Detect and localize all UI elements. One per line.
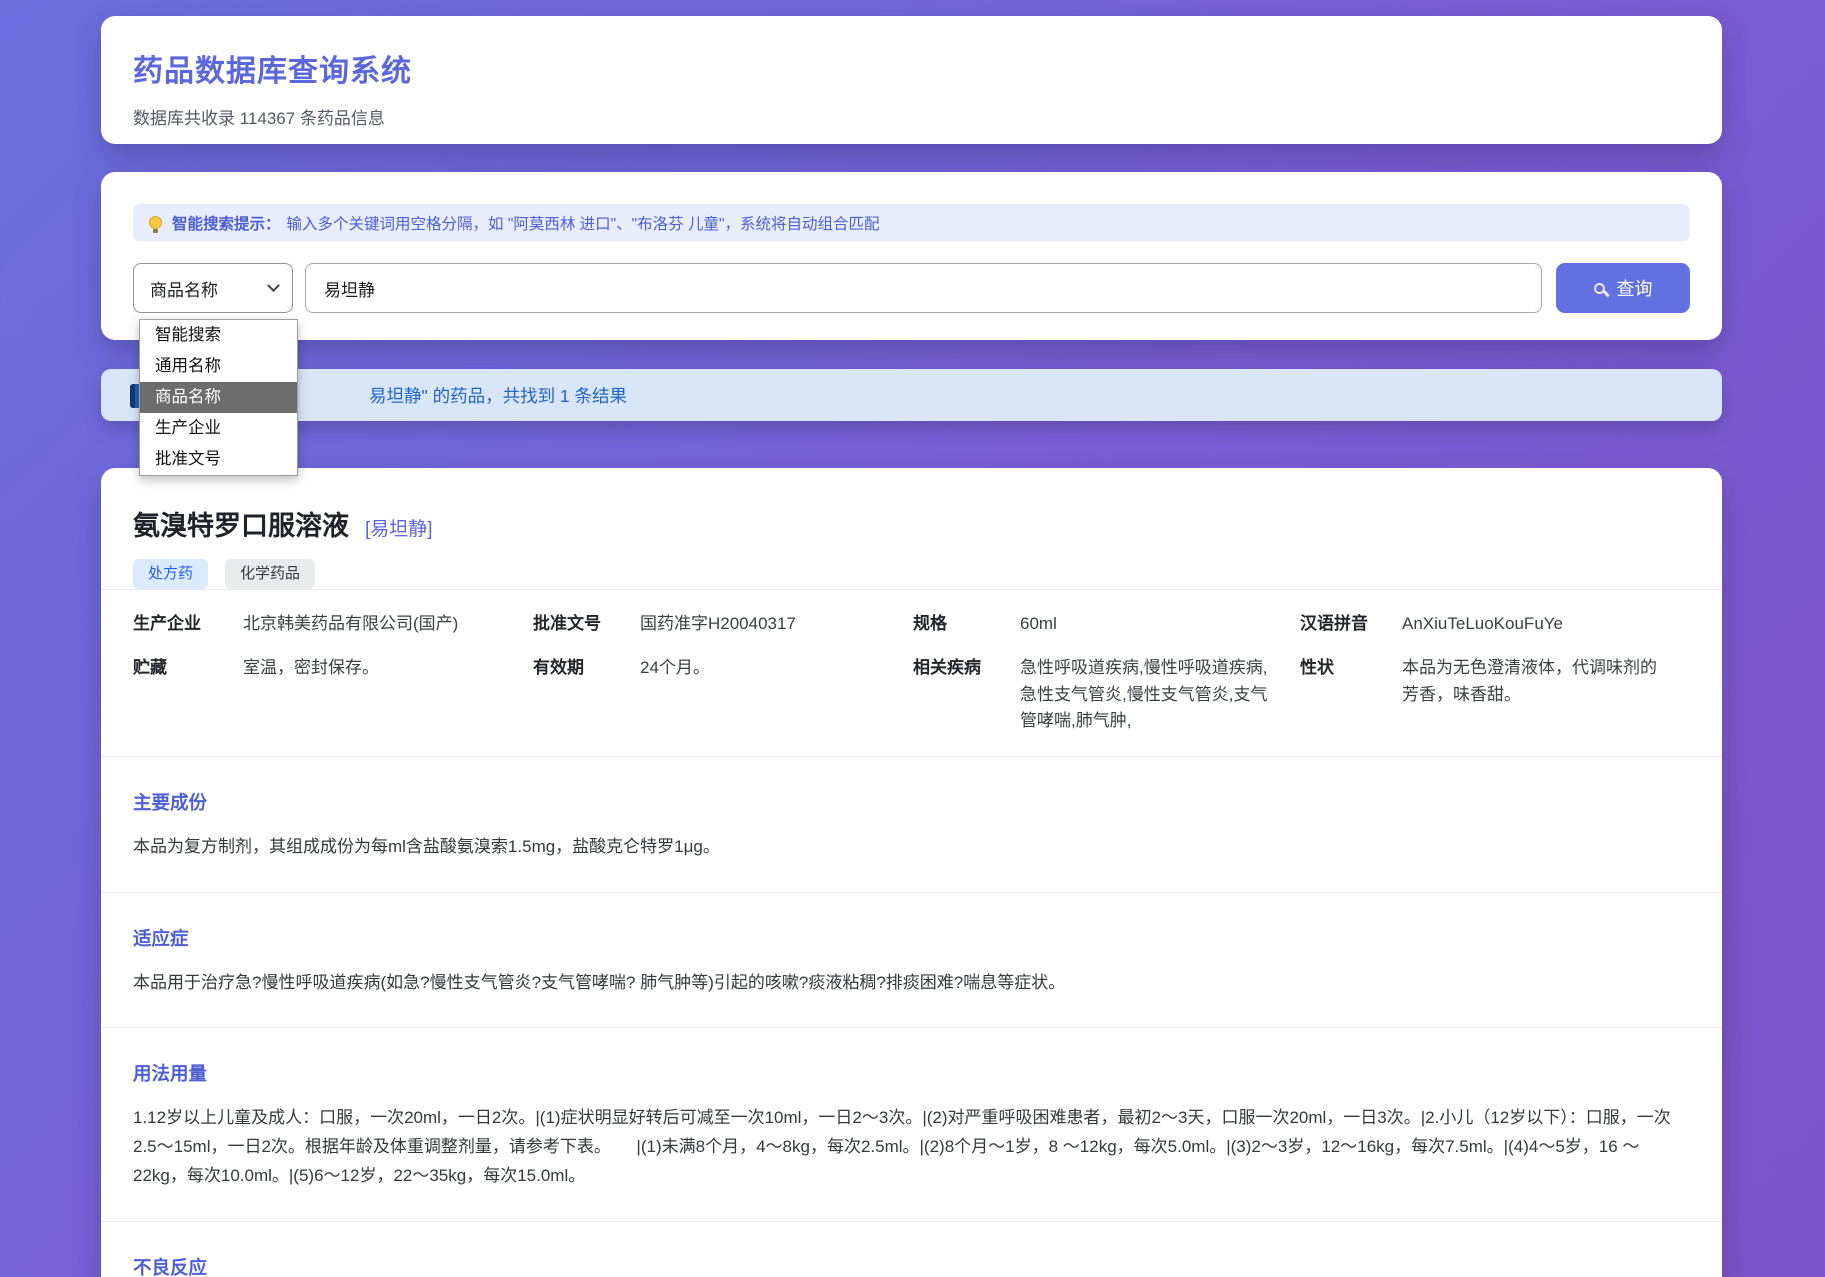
section-indications: 适应症 本品用于治疗急?慢性呼吸道疾病(如急?慢性支气管炎?支气管哮喘? 肺气肿… [133,893,1690,1027]
section-main-ingredients: 主要成份 本品为复方制剂，其组成成份为每ml含盐酸氨溴索1.5mg，盐酸克仑特罗… [133,757,1690,891]
search-icon [1594,283,1605,294]
dropdown-option[interactable]: 批准文号 [140,444,297,475]
chemical-drug-badge: 化学药品 [225,559,315,589]
detail-label: 有效期 [533,655,640,681]
page-title: 药品数据库查询系统 [133,46,1690,90]
chevron-down-icon [267,279,280,292]
dropdown-option[interactable]: 生产企业 [140,413,297,444]
section-adverse-reactions: 不良反应 1.精神神经系统：偶见头痛手颤嗜睡不安头晕失眠四肢麻木等。|2.循环系… [133,1222,1690,1277]
search-category-dropdown: 智能搜索 通用名称 商品名称 生产企业 批准文号 [139,319,298,476]
section-body: 本品用于治疗急?慢性呼吸道疾病(如急?慢性支气管炎?支气管哮喘? 肺气肿等)引起… [133,968,1690,997]
detail-value: 北京韩美药品有限公司(国产) [243,611,533,637]
detail-label: 汉语拼音 [1300,611,1402,637]
search-tip-bar: 智能搜索提示： 输入多个关键词用空格分隔，如 "阿莫西林 进口"、"布洛芬 儿童… [133,204,1690,241]
drug-result-card: 氨溴特罗口服溶液 [易坦静] 处方药 化学药品 生产企业 北京韩美药品有限公司(… [101,468,1722,1277]
search-row: 商品名称 查询 [133,263,1690,313]
section-body: 本品为复方制剂，其组成成份为每ml含盐酸氨溴索1.5mg，盐酸克仑特罗1μg。 [133,832,1690,861]
section-title: 不良反应 [133,1254,1690,1277]
dropdown-option[interactable]: 通用名称 [140,351,297,382]
detail-value: 国药准字H20040317 [640,611,913,637]
drug-details-grid: 生产企业 北京韩美药品有限公司(国产) 批准文号 国药准字H20040317 规… [133,590,1690,756]
lightbulb-icon [149,216,162,229]
header-card: 药品数据库查询系统 数据库共收录 114367 条药品信息 [101,16,1722,144]
search-category-select[interactable]: 商品名称 [133,263,293,313]
drug-brand-name: [易坦静] [365,514,433,541]
detail-value: 60ml [1020,611,1300,637]
search-input[interactable] [305,263,1542,313]
detail-value: 急性呼吸道疾病,慢性呼吸道疾病,急性支气管炎,慢性支气管炎,支气管哮喘,肺气肿, [1020,655,1300,734]
dropdown-option[interactable]: 商品名称 [140,382,297,413]
search-button-label: 查询 [1617,275,1653,301]
search-card: 智能搜索提示： 输入多个关键词用空格分隔，如 "阿莫西林 进口"、"布洛芬 儿童… [101,172,1722,340]
search-category-value: 商品名称 [150,276,218,301]
prescription-badge: 处方药 [133,559,208,589]
dropdown-option[interactable]: 智能搜索 [140,320,297,351]
detail-label: 生产企业 [133,611,243,637]
detail-value: 本品为无色澄清液体，代调味剂的芳香，味香甜。 [1402,655,1690,708]
page-subtitle: 数据库共收录 114367 条药品信息 [133,104,1690,129]
drug-name: 氨溴特罗口服溶液 [133,504,349,543]
section-title: 主要成份 [133,789,1690,815]
section-dosage: 用法用量 1.12岁以上儿童及成人：口服，一次20ml，一日2次。|(1)症状明… [133,1028,1690,1221]
section-title: 用法用量 [133,1060,1690,1086]
detail-label: 性状 [1300,655,1402,681]
section-body: 1.12岁以上儿童及成人：口服，一次20ml，一日2次。|(1)症状明显好转后可… [133,1103,1690,1191]
search-button[interactable]: 查询 [1556,263,1690,313]
detail-label: 贮藏 [133,655,243,681]
detail-value: 室温，密封保存。 [243,655,533,681]
drug-badge-row: 处方药 化学药品 [133,559,1690,589]
detail-label: 批准文号 [533,611,640,637]
section-title: 适应症 [133,925,1690,951]
search-tip-text: 输入多个关键词用空格分隔，如 "阿莫西林 进口"、"布洛芬 儿童"，系统将自动组… [287,212,880,234]
search-tip-label: 智能搜索提示： [172,212,281,234]
detail-value: 24个月。 [640,655,913,681]
detail-value: AnXiuTeLuoKouFuYe [1402,611,1690,637]
result-summary-text: 易坦静" 的药品，共找到 1 条结果 [369,383,627,408]
detail-label: 相关疾病 [913,655,1020,681]
result-summary-bar: 易坦静" 的药品，共找到 1 条结果 [101,369,1722,421]
drug-title-row: 氨溴特罗口服溶液 [易坦静] [133,504,1690,543]
detail-label: 规格 [913,611,1020,637]
